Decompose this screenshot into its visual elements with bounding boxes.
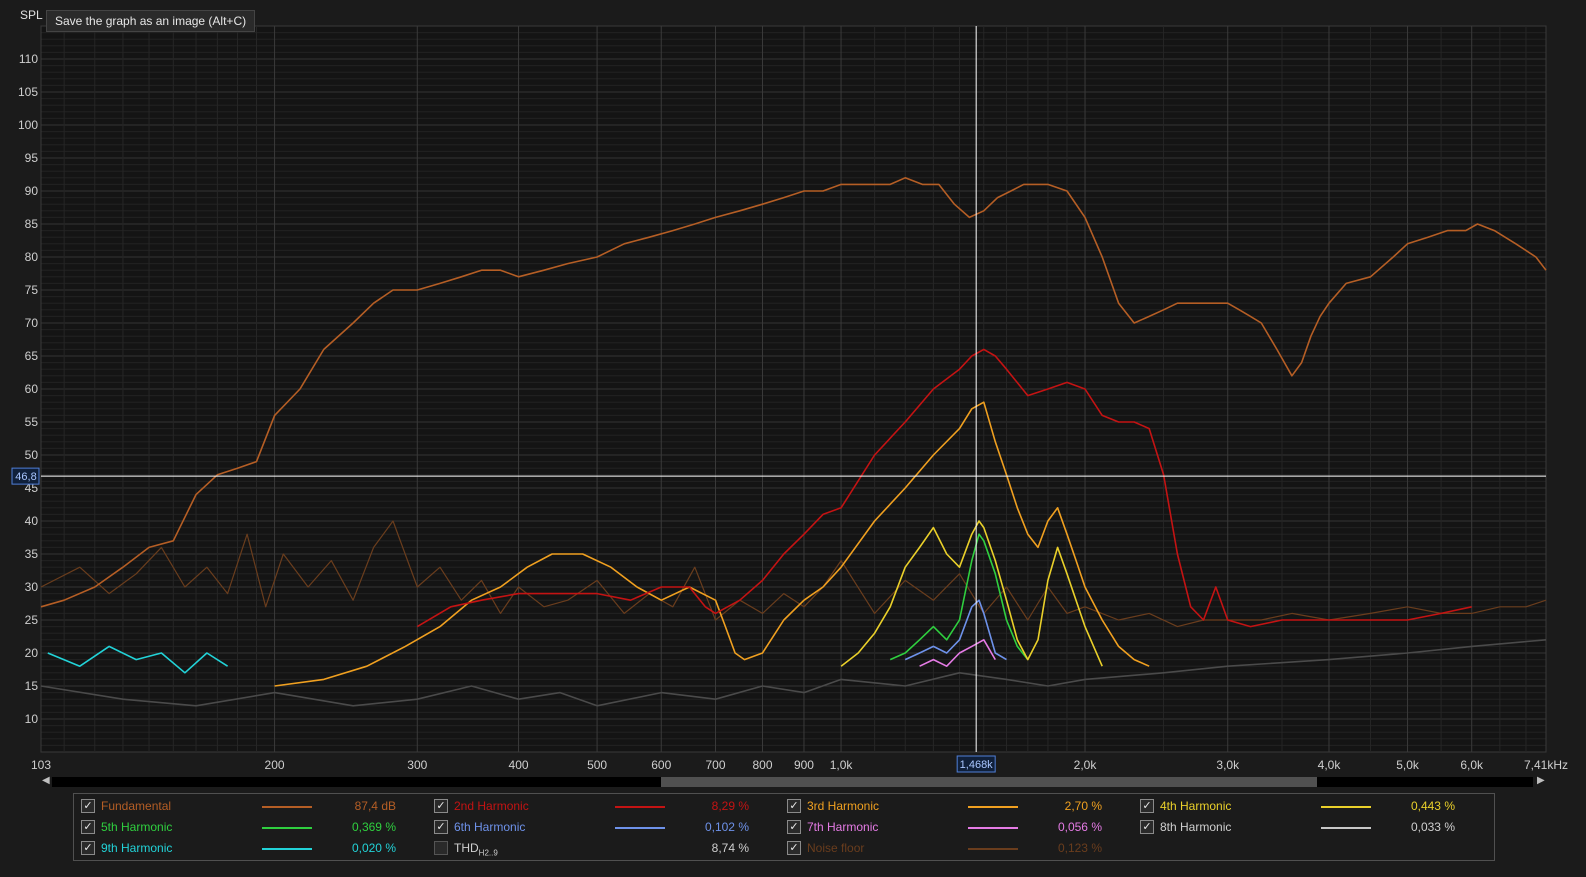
- y-tick-label: 10: [25, 712, 39, 726]
- legend-label: 3rd Harmonic: [807, 799, 880, 813]
- y-tick-label: 70: [25, 316, 39, 330]
- legend-checkbox[interactable]: ✓: [1140, 799, 1154, 813]
- cursor-y-readout: 46,8: [15, 471, 36, 483]
- y-tick-label: 85: [25, 217, 39, 231]
- x-tick-label: 900: [794, 758, 814, 772]
- legend-line-swatch: [262, 848, 312, 850]
- x-tick-label: 500: [587, 758, 607, 772]
- legend-label: 9th Harmonic: [101, 841, 173, 855]
- legend-line-swatch: [262, 806, 312, 808]
- y-tick-label: 95: [25, 151, 39, 165]
- x-tick-label: 400: [509, 758, 529, 772]
- y-tick-label: 110: [19, 52, 38, 66]
- legend-checkbox[interactable]: [434, 841, 448, 855]
- y-tick-label: 35: [25, 547, 39, 561]
- legend-checkbox[interactable]: ✓: [787, 799, 801, 813]
- y-tick-label: 105: [18, 85, 38, 99]
- legend-label: Noise floor: [807, 841, 865, 855]
- legend-item-2nd-harmonic[interactable]: ✓ 2nd Harmonic 8,29 %: [427, 796, 767, 816]
- y-tick-label: 80: [25, 250, 39, 264]
- legend-panel: ✓ Fundamental 87,4 dB ✓ 2nd Harmonic 8,29 % ✓ 3…: [73, 793, 1495, 861]
- legend-line-swatch: [1321, 806, 1371, 808]
- legend-line-swatch: [968, 848, 1018, 850]
- legend-line-swatch: [615, 827, 665, 829]
- legend-checkbox[interactable]: ✓: [81, 841, 95, 855]
- y-tick-label: 25: [25, 613, 39, 627]
- y-tick-label: 20: [25, 646, 39, 660]
- legend-label: 2nd Harmonic: [454, 799, 529, 813]
- legend-value: 2,70 %: [1064, 799, 1102, 813]
- legend-label: 5th Harmonic: [101, 820, 173, 834]
- y-tick-label: 50: [25, 448, 39, 462]
- legend-value: 0,443 %: [1410, 799, 1455, 813]
- x-tick-label: 3,0k: [1216, 758, 1240, 772]
- x-tick-label: 800: [752, 758, 772, 772]
- legend-checkbox[interactable]: ✓: [787, 820, 801, 834]
- y-tick-label: 60: [25, 382, 39, 396]
- x-tick-label: 700: [705, 758, 725, 772]
- legend-checkbox[interactable]: ✓: [1140, 820, 1154, 834]
- scroll-right-arrow-icon[interactable]: ▶: [1537, 775, 1545, 786]
- x-tick-label: 1,0k: [830, 758, 854, 772]
- legend-label: 8th Harmonic: [1160, 820, 1232, 834]
- scroll-left-arrow-icon[interactable]: ◀: [42, 775, 50, 786]
- legend-label: 4th Harmonic: [1160, 799, 1232, 813]
- legend-line-swatch: [968, 806, 1018, 808]
- legend-value: 87,4 dB: [354, 799, 396, 813]
- legend-value: 0,020 %: [351, 841, 396, 855]
- y-tick-label: 65: [25, 349, 39, 363]
- x-tick-label: 600: [651, 758, 671, 772]
- legend-item-fundamental[interactable]: ✓ Fundamental 87,4 dB: [74, 796, 414, 816]
- legend-value: 0,123 %: [1057, 841, 1102, 855]
- x-tick-label: 5,0k: [1396, 758, 1420, 772]
- y-tick-label: 40: [25, 514, 39, 528]
- x-tick-label: 7,41kHz: [1524, 758, 1568, 772]
- legend-line-swatch: [615, 806, 665, 808]
- legend-item-7th-harmonic[interactable]: ✓ 7th Harmonic 0,056 %: [780, 817, 1120, 837]
- y-tick-label: 55: [25, 415, 39, 429]
- x-tick-label: 200: [265, 758, 285, 772]
- legend-value: 8,74 %: [711, 841, 749, 855]
- y-tick-label: 15: [25, 679, 39, 693]
- y-tick-label: 30: [25, 580, 39, 594]
- y-tick-label: 90: [25, 184, 39, 198]
- legend-item-3rd-harmonic[interactable]: ✓ 3rd Harmonic 2,70 %: [780, 796, 1120, 816]
- legend-checkbox[interactable]: ✓: [434, 820, 448, 834]
- legend-value: 0,056 %: [1057, 820, 1102, 834]
- legend-checkbox[interactable]: ✓: [81, 799, 95, 813]
- y-tick-label: 75: [25, 283, 39, 297]
- legend-label: 6th Harmonic: [454, 820, 526, 834]
- x-tick-label: 300: [407, 758, 427, 772]
- legend-checkbox[interactable]: ✓: [434, 799, 448, 813]
- x-tick-label: 4,0k: [1318, 758, 1342, 772]
- x-tick-label: 2,0k: [1074, 758, 1098, 772]
- legend-item-5th-harmonic[interactable]: ✓ 5th Harmonic 0,369 %: [74, 817, 414, 837]
- legend-label: THDH2..9: [454, 841, 498, 858]
- legend-item-9th-harmonic[interactable]: ✓ 9th Harmonic 0,020 %: [74, 838, 414, 858]
- scrollbar-thumb[interactable]: [661, 777, 1317, 787]
- legend-value: 8,29 %: [711, 799, 749, 813]
- legend-checkbox[interactable]: ✓: [787, 841, 801, 855]
- legend-item-thd[interactable]: THDH2..9 8,74 %: [427, 838, 767, 858]
- legend-line-swatch: [1321, 827, 1371, 829]
- legend-value: 0,369 %: [351, 820, 396, 834]
- legend-item-8th-harmonic[interactable]: ✓ 8th Harmonic 0,033 %: [1133, 817, 1473, 837]
- spl-graph[interactable]: 1015202530354045505560657075808590951001…: [0, 0, 1586, 877]
- x-tick-label: 103: [31, 758, 51, 772]
- legend-line-swatch: [968, 827, 1018, 829]
- legend-checkbox[interactable]: ✓: [81, 820, 95, 834]
- legend-item-6th-harmonic[interactable]: ✓ 6th Harmonic 0,102 %: [427, 817, 767, 837]
- y-axis-title: SPL: [20, 8, 43, 22]
- legend-value: 0,102 %: [704, 820, 749, 834]
- x-tick-label: 6,0k: [1460, 758, 1484, 772]
- save-graph-tooltip: Save the graph as an image (Alt+C): [46, 10, 256, 32]
- legend-line-swatch: [262, 827, 312, 829]
- legend-label: 7th Harmonic: [807, 820, 879, 834]
- y-tick-label: 100: [18, 118, 38, 132]
- cursor-x-readout: 1,468k: [960, 759, 994, 771]
- legend-label: Fundamental: [101, 799, 172, 813]
- legend-value: 0,033 %: [1410, 820, 1455, 834]
- legend-item-noise-floor[interactable]: ✓ Noise floor 0,123 %: [780, 838, 1120, 858]
- legend-item-4th-harmonic[interactable]: ✓ 4th Harmonic 0,443 %: [1133, 796, 1473, 816]
